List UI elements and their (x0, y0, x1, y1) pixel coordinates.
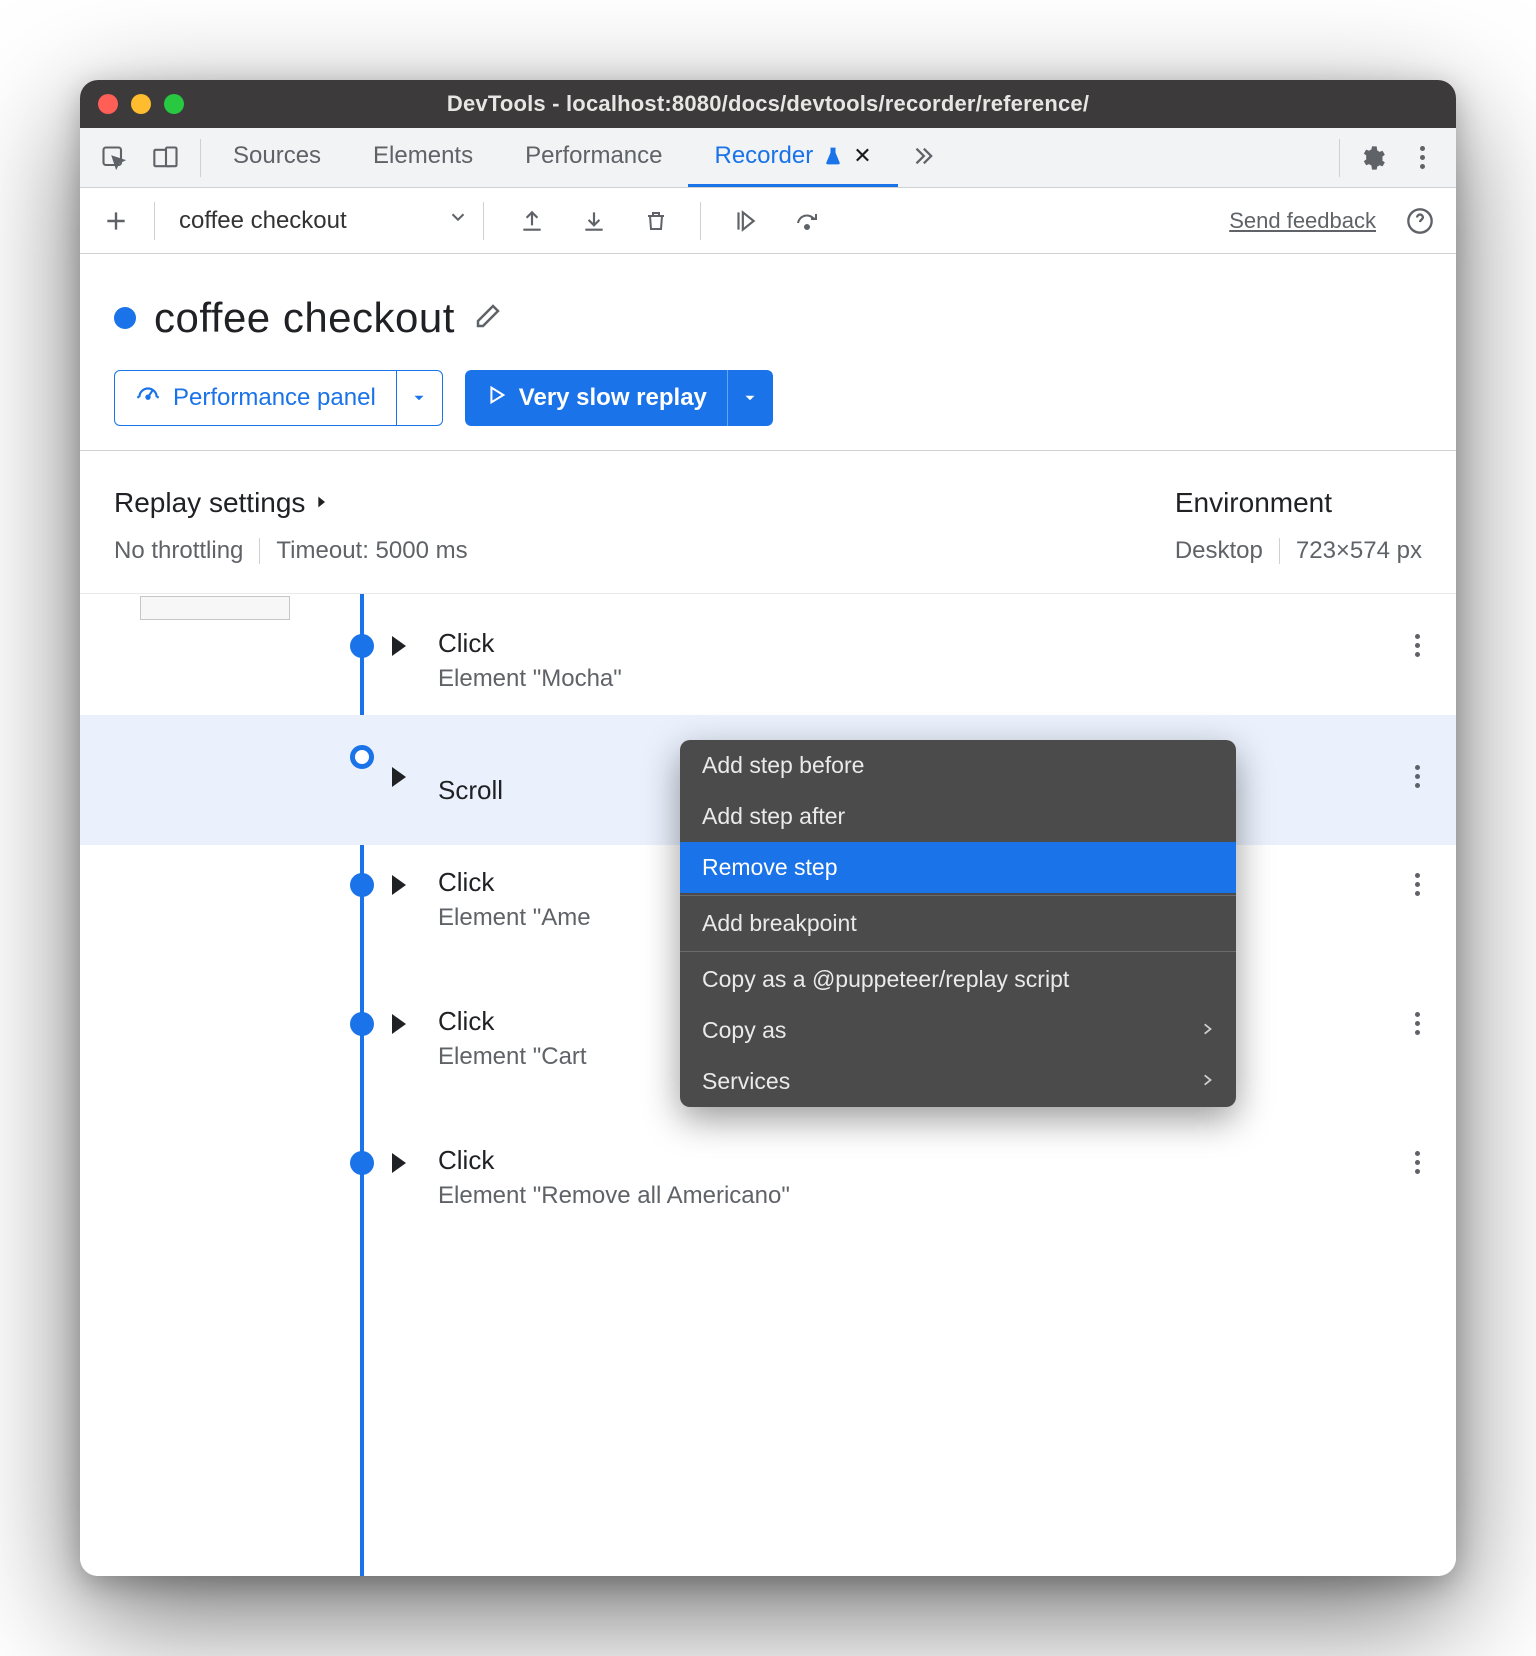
replay-button[interactable]: Very slow replay (465, 370, 773, 426)
maximize-window-button[interactable] (164, 94, 184, 114)
step-title: Click (418, 628, 1418, 659)
ctx-label: Add step before (702, 752, 864, 779)
viewport-value: 723×574 px (1296, 537, 1422, 565)
step-more-icon[interactable] (1415, 873, 1420, 896)
ctx-label: Copy as (702, 1017, 786, 1044)
delete-icon[interactable] (632, 193, 680, 249)
step-more-icon[interactable] (1415, 1012, 1420, 1035)
send-feedback-link[interactable]: Send feedback (1229, 208, 1376, 234)
button-label: Performance panel (173, 384, 376, 412)
expand-icon[interactable] (392, 636, 406, 656)
expand-icon[interactable] (392, 875, 406, 895)
ctx-copy-puppeteer[interactable]: Copy as a @puppeteer/replay script (680, 954, 1236, 1005)
window-title: DevTools - localhost:8080/docs/devtools/… (447, 91, 1089, 117)
replay-settings-heading[interactable]: Replay settings (114, 487, 468, 519)
recorder-toolbar: coffee checkout Send feedb (80, 188, 1456, 254)
tab-label: Elements (373, 142, 473, 170)
ctx-copy-as[interactable]: Copy as (680, 1005, 1236, 1056)
step-more-icon[interactable] (1415, 634, 1420, 657)
chevron-right-icon (1200, 1017, 1214, 1044)
import-icon[interactable] (570, 193, 618, 249)
expand-icon[interactable] (392, 1153, 406, 1173)
tab-label: Recorder (714, 142, 813, 170)
tab-performance[interactable]: Performance (499, 128, 688, 187)
step-more-icon[interactable] (1415, 1151, 1420, 1174)
minimize-window-button[interactable] (131, 94, 151, 114)
performance-panel-button[interactable]: Performance panel (114, 370, 443, 426)
step-over-icon[interactable] (783, 193, 831, 249)
ctx-add-step-after[interactable]: Add step after (680, 791, 1236, 842)
timeout-value: Timeout: 5000 ms (276, 537, 467, 565)
recording-name: coffee checkout (179, 207, 347, 235)
expand-icon[interactable] (392, 1014, 406, 1034)
timeline-dot (350, 1151, 374, 1175)
close-window-button[interactable] (98, 94, 118, 114)
step-more-icon[interactable] (1415, 765, 1420, 788)
ctx-remove-step[interactable]: Remove step (680, 842, 1236, 893)
timeline-dot (350, 873, 374, 897)
help-icon[interactable] (1396, 193, 1444, 249)
steps-timeline: Click Element "Mocha" Scroll Click Eleme… (80, 594, 1456, 1576)
tab-sources[interactable]: Sources (207, 128, 347, 187)
gauge-icon (135, 382, 161, 415)
more-options-icon[interactable] (1398, 130, 1446, 186)
ctx-divider (680, 895, 1236, 896)
ctx-add-step-before[interactable]: Add step before (680, 740, 1236, 791)
device-toolbar-icon[interactable] (142, 130, 190, 186)
heading-label: Replay settings (114, 487, 305, 519)
tab-recorder[interactable]: Recorder ✕ (688, 128, 897, 187)
step-title: Click (418, 1145, 1418, 1176)
performance-panel-dropdown[interactable] (396, 371, 442, 425)
throttling-value: No throttling (114, 537, 243, 565)
inspect-element-icon[interactable] (90, 130, 138, 186)
step-next-icon[interactable] (721, 193, 769, 249)
more-tabs-icon[interactable] (898, 128, 946, 184)
ctx-label: Services (702, 1068, 790, 1095)
step-subtitle: Element "Remove all Americano" (418, 1182, 1418, 1210)
recording-indicator-dot (114, 307, 136, 329)
replay-speed-dropdown[interactable] (727, 370, 773, 426)
chevron-right-icon (313, 487, 329, 519)
close-tab-icon[interactable]: ✕ (853, 143, 871, 169)
window-titlebar: DevTools - localhost:8080/docs/devtools/… (80, 80, 1456, 128)
step-row[interactable]: Click Element "Remove all Americano" (80, 1123, 1456, 1232)
flask-icon (823, 146, 843, 166)
environment-heading: Environment (1175, 487, 1332, 519)
timeline-dot (350, 634, 374, 658)
edit-title-icon[interactable] (473, 301, 503, 336)
panel-tabs-bar: Sources Elements Performance Recorder ✕ (80, 128, 1456, 188)
timeline-dot (350, 745, 374, 769)
settings-icon[interactable] (1348, 130, 1396, 186)
tab-label: Performance (525, 142, 662, 170)
expand-icon[interactable] (392, 767, 406, 787)
heading-label: Environment (1175, 487, 1332, 519)
chevron-right-icon (1200, 1068, 1214, 1095)
page-title: coffee checkout (154, 294, 455, 342)
play-icon (485, 384, 507, 413)
devtools-window: DevTools - localhost:8080/docs/devtools/… (80, 80, 1456, 1576)
tab-elements[interactable]: Elements (347, 128, 499, 187)
chevron-down-icon (447, 206, 469, 235)
ctx-services[interactable]: Services (680, 1056, 1236, 1107)
ctx-label: Copy as a @puppeteer/replay script (702, 966, 1069, 993)
traffic-lights (98, 94, 184, 114)
device-value: Desktop (1175, 537, 1263, 565)
timeline-dot (350, 1012, 374, 1036)
replay-settings-row: Replay settings No throttling Timeout: 5… (80, 451, 1456, 594)
ctx-label: Add step after (702, 803, 845, 830)
step-subtitle: Element "Mocha" (418, 665, 1418, 693)
tab-label: Sources (233, 142, 321, 170)
recording-dropdown[interactable]: coffee checkout (179, 206, 469, 235)
recording-header: coffee checkout Performance panel (80, 254, 1456, 451)
step-row[interactable]: Click Element "Mocha" (80, 606, 1456, 715)
export-icon[interactable] (508, 193, 556, 249)
context-menu: Add step before Add step after Remove st… (680, 740, 1236, 1107)
button-label: Very slow replay (519, 384, 707, 412)
ctx-label: Add breakpoint (702, 910, 857, 937)
ctx-add-breakpoint[interactable]: Add breakpoint (680, 898, 1236, 949)
ctx-label: Remove step (702, 854, 838, 881)
ctx-divider (680, 951, 1236, 952)
new-recording-icon[interactable] (92, 193, 140, 249)
